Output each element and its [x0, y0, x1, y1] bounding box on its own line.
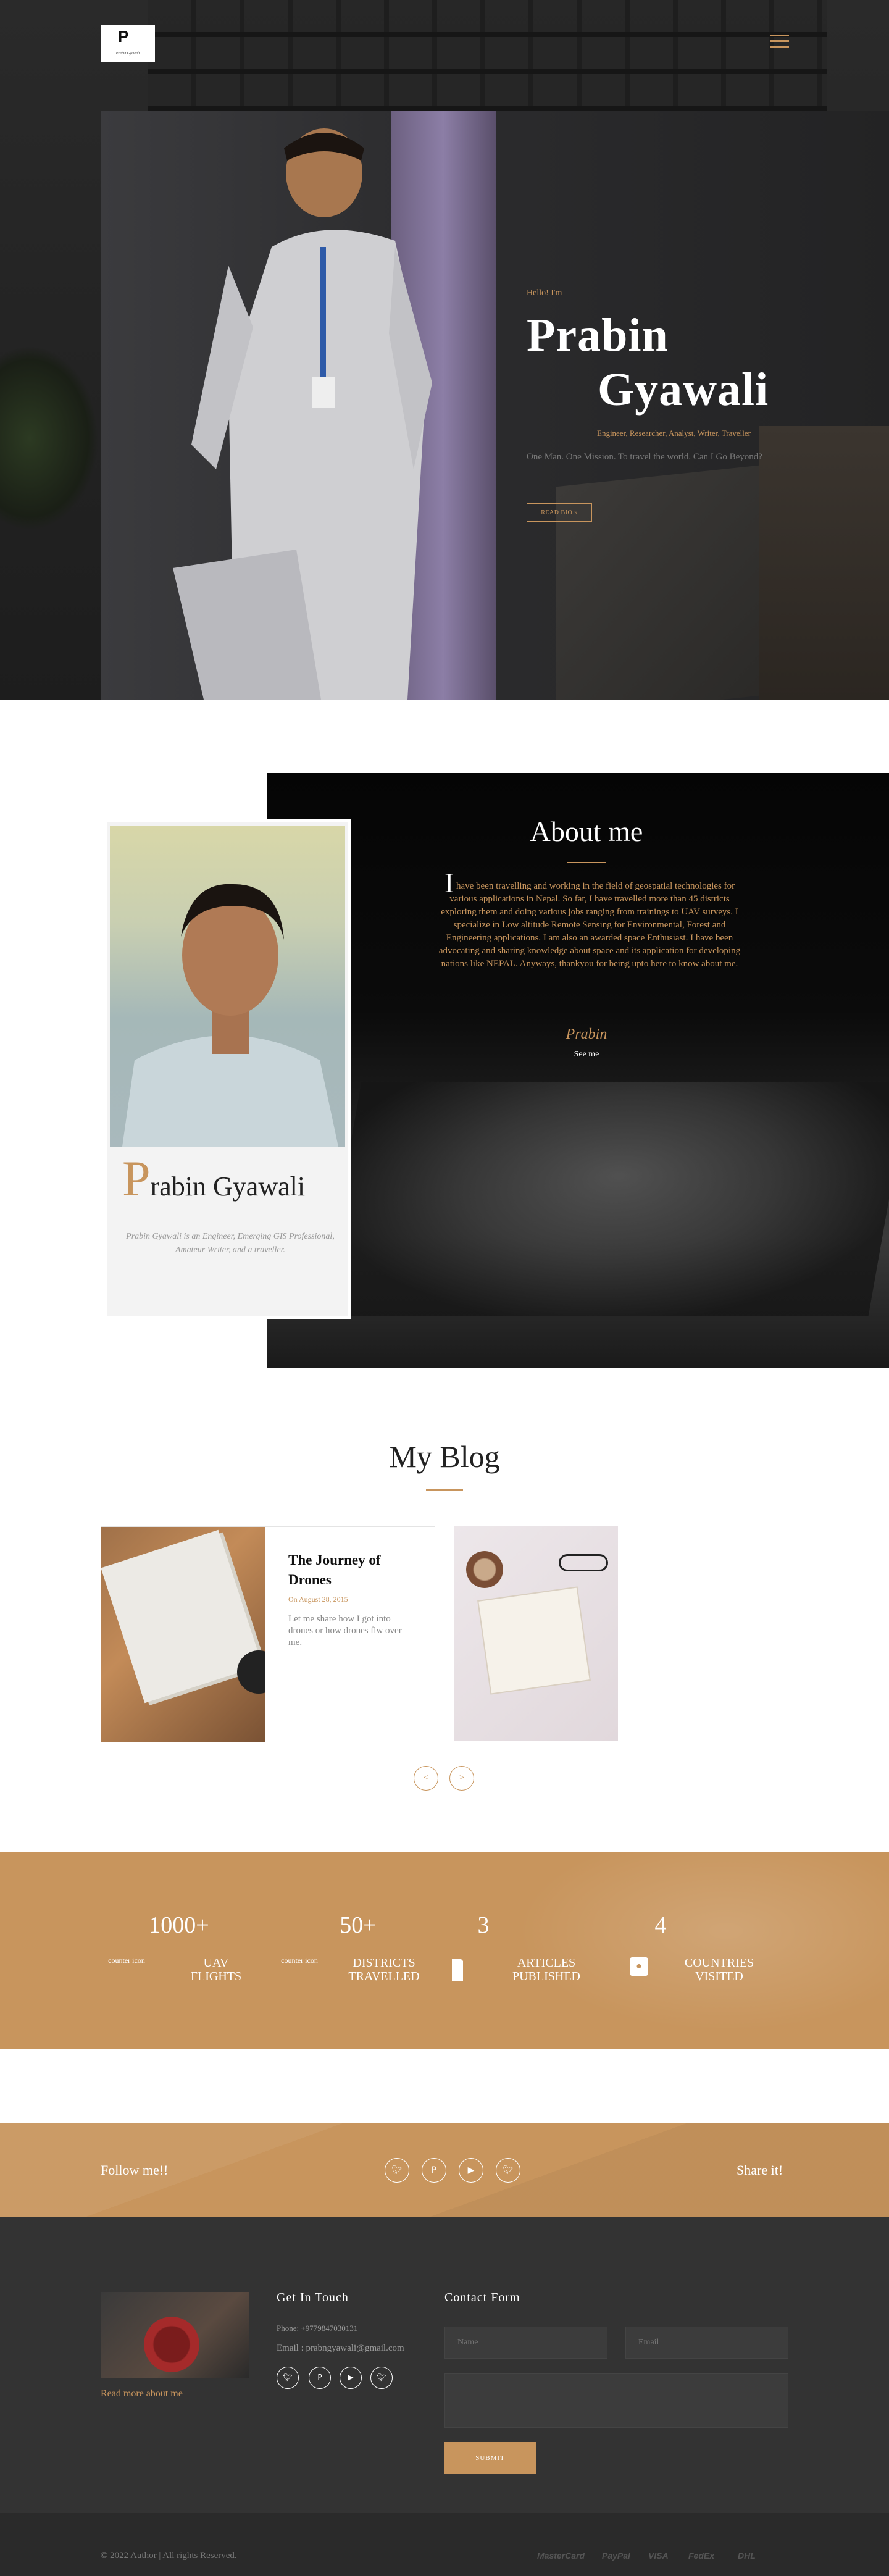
- blog-post-card[interactable]: The Journey of Drones On August 28, 2015…: [101, 1526, 435, 1742]
- about-body: have been travelling and working in the …: [438, 881, 741, 969]
- hero-first-name: Prabin: [527, 309, 669, 361]
- counter-label: COUNTRIES VISITED: [684, 1956, 754, 1983]
- profile-description: Prabin Gyawali is an Engineer, Emerging …: [126, 1232, 335, 1255]
- paypal-logo: PayPal: [602, 2551, 630, 2561]
- profile-photo: [110, 826, 345, 1147]
- pinterest-icon[interactable]: P: [309, 2367, 331, 2389]
- hero-last-name: Gyawali: [598, 364, 769, 416]
- hero-greeting: Hello! I'm: [527, 288, 562, 298]
- blog-post-card-2[interactable]: [454, 1526, 618, 1741]
- counter-label: DISTRICTS TRAVELLED: [348, 1956, 420, 1983]
- dhl-logo: DHL: [738, 2551, 756, 2561]
- twitter-icon[interactable]: 🐦︎: [385, 2158, 409, 2183]
- youtube-icon[interactable]: ▶: [340, 2367, 362, 2389]
- about-title: About me: [530, 816, 643, 847]
- pinterest-icon[interactable]: P: [422, 2158, 446, 2183]
- name-input[interactable]: [444, 2327, 607, 2359]
- contact-form-title: Contact Form: [444, 2291, 520, 2304]
- counter-value: 50+: [340, 1912, 377, 1938]
- coffee-cup-image: [466, 1551, 503, 1588]
- glasses-image: [559, 1554, 608, 1571]
- youtube-icon[interactable]: ▶: [459, 2158, 483, 2183]
- counter-value: 3: [477, 1912, 490, 1938]
- visa-logo: VISA: [648, 2551, 669, 2561]
- hero-section: [0, 0, 889, 700]
- read-bio-button[interactable]: READ BIO »: [527, 503, 592, 522]
- book-spine-background: [759, 426, 889, 700]
- open-book-background: [320, 1082, 889, 1316]
- blog-post-excerpt: Let me share how I got into drones or ho…: [288, 1614, 402, 1647]
- profile-name: Prabin Gyawali: [122, 1153, 306, 1204]
- logo-text: Prabin Gyawali: [115, 52, 140, 56]
- profile-card: Prabin Gyawali Prabin Gyawali is an Engi…: [104, 819, 351, 1319]
- profile-name-initial: P: [122, 1150, 151, 1206]
- book-image: [478, 1587, 590, 1694]
- hero-tagline: One Man. One Mission. To travel the worl…: [527, 452, 762, 462]
- fedex-logo: FedEx: [688, 2551, 715, 2561]
- footer-email[interactable]: Email : prabngyawali@gmail.com: [277, 2343, 404, 2354]
- blog-post-title[interactable]: The Journey of Drones: [288, 1550, 412, 1590]
- blog-divider: [426, 1489, 463, 1491]
- email-input[interactable]: [625, 2327, 788, 2359]
- submit-button[interactable]: SUBMIT: [444, 2442, 536, 2474]
- twitter-icon[interactable]: 🐦︎: [277, 2367, 299, 2389]
- profile-name-rest: rabin Gyawali: [150, 1171, 306, 1202]
- counter-icon: counter icon: [281, 1956, 318, 1965]
- counter-icon: counter icon: [108, 1956, 145, 1965]
- copyright: © 2022 Author | All rights Reserved.: [101, 2551, 237, 2561]
- counter-label: ARTICLES PUBLISHED: [512, 1956, 580, 1983]
- hero-person-figure: [173, 128, 432, 700]
- footer-bottom-bar: [0, 2513, 889, 2576]
- see-me-link[interactable]: See me: [543, 1050, 630, 1060]
- twitter-icon[interactable]: 🐦︎: [370, 2367, 393, 2389]
- blog-post-image: [101, 1527, 265, 1742]
- counter-value: 1000+: [149, 1912, 209, 1938]
- document-icon: [452, 1959, 463, 1981]
- about-signature: Prabin: [566, 1026, 607, 1042]
- follow-label: Follow me!!: [101, 2162, 169, 2178]
- counter-value: 4: [654, 1912, 667, 1938]
- hamburger-icon[interactable]: [770, 35, 789, 49]
- site-logo[interactable]: P Prabin Gyawali: [101, 25, 155, 62]
- counters-section: [0, 1852, 889, 2049]
- blog-prev-button[interactable]: <: [414, 1766, 438, 1791]
- share-label: Share it!: [737, 2162, 783, 2178]
- mastercard-logo: MasterCard: [537, 2551, 585, 2561]
- blog-next-button[interactable]: >: [449, 1766, 474, 1791]
- plant-background: [0, 346, 99, 531]
- hero-roles: Engineer, Researcher, Analyst, Writer, T…: [597, 429, 751, 438]
- twitter-icon[interactable]: 🐦︎: [496, 2158, 520, 2183]
- footer-phone: Phone: +9779847030131: [277, 2323, 358, 2333]
- about-divider: [567, 862, 606, 863]
- logo-letter: P: [118, 27, 129, 46]
- blog-post-date: On August 28, 2015: [288, 1595, 348, 1604]
- read-more-link[interactable]: Read more about me: [101, 2388, 183, 2399]
- globe-icon: ●: [630, 1957, 648, 1976]
- about-text: I have been travelling and working in th…: [438, 869, 741, 971]
- footer-image: [101, 2292, 249, 2378]
- counter-label: UAV FLIGHTS: [190, 1956, 242, 1983]
- message-textarea[interactable]: [444, 2373, 788, 2428]
- blog-title: My Blog: [389, 1439, 500, 1474]
- get-in-touch-title: Get In Touch: [277, 2291, 349, 2304]
